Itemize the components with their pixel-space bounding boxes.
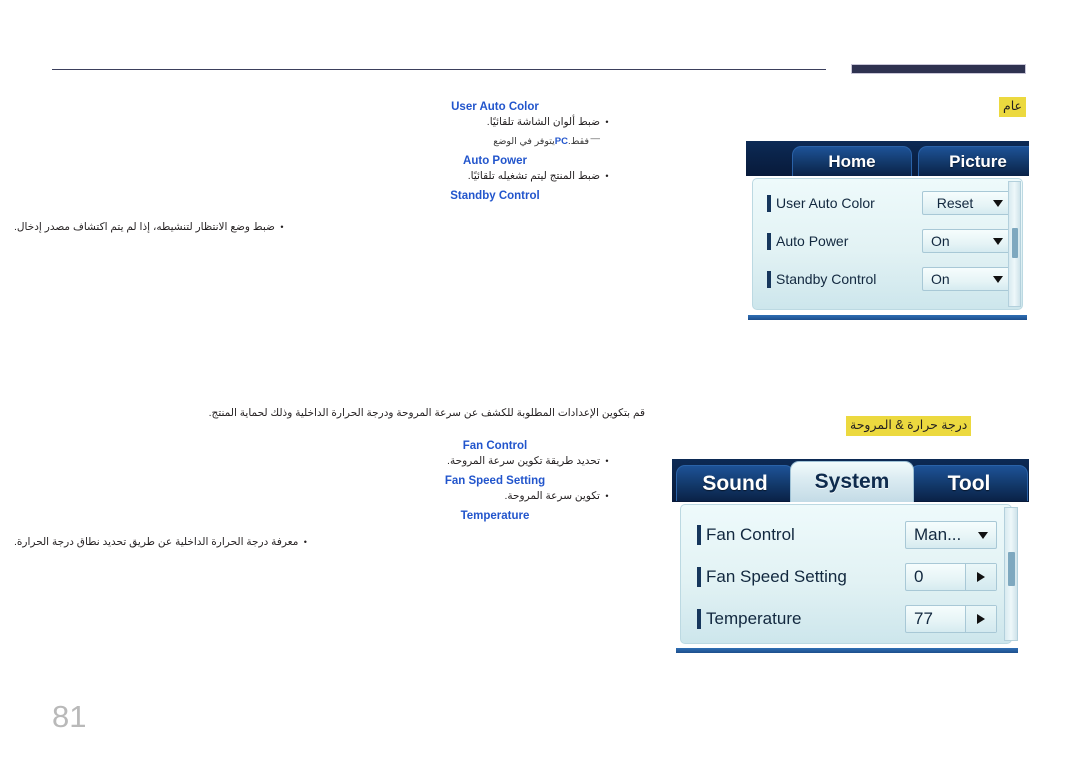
bullet-temperature: • معرفة درجة الحرارة الداخلية عن طريق تح… xyxy=(0,535,645,550)
osd-dropdown-value: On xyxy=(931,271,950,287)
osd-row-fan-control[interactable]: Fan Control Man... xyxy=(681,521,1011,549)
chevron-down-icon[interactable] xyxy=(987,275,1009,283)
osd-dropdown-auto-power[interactable]: On xyxy=(922,229,1010,253)
note-emphasis: PC xyxy=(554,136,568,147)
osd-scrollbar-system[interactable] xyxy=(1004,507,1018,641)
section-temperature-fan-text: Fan Control • تحديد طريقة تكوين سرعة الم… xyxy=(360,439,630,524)
osd-dropdown-standby-control[interactable]: On xyxy=(922,267,1010,291)
chevron-right-icon[interactable] xyxy=(965,564,996,590)
osd-scrollbar-general[interactable] xyxy=(1008,181,1021,307)
osd-stepper-value: 0 xyxy=(914,567,924,586)
osd-row-label: User Auto Color xyxy=(776,195,875,211)
osd-scrollbar-thumb[interactable] xyxy=(1012,228,1018,258)
osd-stepper-fan-speed-setting[interactable]: 0 xyxy=(905,563,997,591)
osd-row-label: Temperature xyxy=(706,609,802,628)
osd-tab-label: System xyxy=(814,470,890,493)
note-prefix: يتوفر في الوضع xyxy=(493,136,555,147)
osd-tab-tool[interactable]: Tool xyxy=(910,465,1028,501)
bullet-dot-icon: • xyxy=(605,491,609,501)
osd-row-standby-control[interactable]: Standby Control On xyxy=(753,267,1022,291)
bullet-fan-speed-setting: • تكوين سرعة المروحة. xyxy=(360,489,630,504)
osd-tab-label: Tool xyxy=(947,471,991,495)
chevron-right-icon[interactable] xyxy=(965,606,996,632)
bullet-dot-icon: • xyxy=(605,171,609,181)
option-title-temperature: Temperature xyxy=(460,510,530,522)
osd-panel-general: User Auto Color Reset Auto Power On Stan… xyxy=(752,178,1023,310)
section-heading-general: عام xyxy=(999,97,1027,117)
osd-screenshot-general: Home Picture User Auto Color Reset Auto … xyxy=(746,141,1029,323)
osd-screenshot-system: Sound System Tool Fan Control Man... Fan… xyxy=(672,459,1029,657)
chevron-down-icon[interactable] xyxy=(987,199,1009,207)
osd-row-label: Fan Control xyxy=(706,525,795,544)
osd-dropdown-value: Reset xyxy=(936,195,974,211)
bullet-text: ضبط وضع الانتظار لتنشيطه، إذا لم يتم اكت… xyxy=(14,221,275,233)
osd-row-label: Standby Control xyxy=(776,271,877,287)
bullet-dot-icon: • xyxy=(303,537,307,547)
osd-tab-label: Home xyxy=(828,151,876,171)
bullet-user-auto-color: • ضبط ألوان الشاشة تلقائيًا. xyxy=(360,115,630,130)
row-marker-icon xyxy=(767,232,771,250)
row-marker-icon xyxy=(697,567,701,587)
osd-row-fan-speed-setting[interactable]: Fan Speed Setting 0 xyxy=(681,563,1011,591)
option-title-fan-speed-setting: Fan Speed Setting xyxy=(444,475,546,487)
bullet-text: ضبط ألوان الشاشة تلقائيًا. xyxy=(486,116,600,128)
option-title-fan-control: Fan Control xyxy=(462,440,528,452)
bullet-standby-control: • ضبط وضع الانتظار لتنشيطه، إذا لم يتم ا… xyxy=(0,220,645,235)
osd-bottom-bar-general xyxy=(748,315,1027,320)
chevron-down-icon[interactable] xyxy=(970,531,996,539)
option-title-user-auto-color: User Auto Color xyxy=(451,101,539,113)
osd-stepper-temperature[interactable]: 77 xyxy=(905,605,997,633)
osd-tab-system[interactable]: System xyxy=(790,461,914,502)
bullet-auto-power: • ضبط المنتج ليتم تشغيله تلقائيًا. xyxy=(360,169,630,184)
section-general-text: User Auto Color • ضبط ألوان الشاشة تلقائ… xyxy=(360,100,630,204)
row-marker-icon xyxy=(767,194,771,212)
section-heading-temperature-fan: درجة حرارة & المروحة xyxy=(846,416,972,436)
osd-tab-label: Sound xyxy=(702,471,768,495)
bullet-text: تكوين سرعة المروحة. xyxy=(504,490,600,502)
note-dash-icon: ― xyxy=(590,133,601,144)
option-title-auto-power: Auto Power xyxy=(463,155,527,167)
osd-row-temperature[interactable]: Temperature 77 xyxy=(681,605,1011,633)
page-number: 81 xyxy=(52,699,87,734)
row-marker-icon xyxy=(697,609,701,629)
osd-row-auto-power[interactable]: Auto Power On xyxy=(753,229,1022,253)
osd-row-label: Auto Power xyxy=(776,233,849,249)
bullet-fan-control: • تحديد طريقة تكوين سرعة المروحة. xyxy=(360,454,630,469)
note-text: فقط.PCيتوفر في الوضع xyxy=(493,134,589,149)
bullet-text: معرفة درجة الحرارة الداخلية عن طريق تحدي… xyxy=(14,536,299,548)
bullet-dot-icon: • xyxy=(605,117,609,127)
osd-dropdown-fan-control[interactable]: Man... xyxy=(905,521,997,549)
row-marker-icon xyxy=(767,270,771,288)
header-rule-thin xyxy=(52,69,826,70)
note-pc-only: ― فقط.PCيتوفر في الوضع xyxy=(360,130,630,149)
osd-dropdown-value: On xyxy=(931,233,950,249)
note-suffix: فقط. xyxy=(567,136,589,147)
section-temperature-fan-intro: قم بتكوين الإعدادات المطلوبة للكشف عن سر… xyxy=(208,407,645,419)
option-title-standby-control: Standby Control xyxy=(450,190,540,202)
osd-tab-label: Picture xyxy=(949,151,1007,171)
osd-scrollbar-thumb[interactable] xyxy=(1008,552,1015,586)
osd-tab-sound[interactable]: Sound xyxy=(676,465,794,501)
bullet-dot-icon: • xyxy=(605,456,609,466)
chevron-down-icon[interactable] xyxy=(987,237,1009,245)
bullet-text: ضبط المنتج ليتم تشغيله تلقائيًا. xyxy=(467,170,600,182)
osd-tab-picture[interactable]: Picture xyxy=(918,146,1029,176)
osd-dropdown-value: Man... xyxy=(914,525,962,544)
row-marker-icon xyxy=(697,525,701,545)
bullet-dot-icon: • xyxy=(280,222,284,232)
osd-tab-home[interactable]: Home xyxy=(792,146,912,176)
osd-stepper-value: 77 xyxy=(914,609,933,628)
osd-panel-system: Fan Control Man... Fan Speed Setting 0 T… xyxy=(680,504,1012,644)
osd-dropdown-user-auto-color[interactable]: Reset xyxy=(922,191,1010,215)
osd-row-user-auto-color[interactable]: User Auto Color Reset xyxy=(753,191,1022,215)
bullet-text: تحديد طريقة تكوين سرعة المروحة. xyxy=(447,455,600,467)
header-rule-thick xyxy=(852,65,1025,73)
osd-row-label: Fan Speed Setting xyxy=(706,567,847,586)
osd-bottom-bar-system xyxy=(676,648,1018,653)
